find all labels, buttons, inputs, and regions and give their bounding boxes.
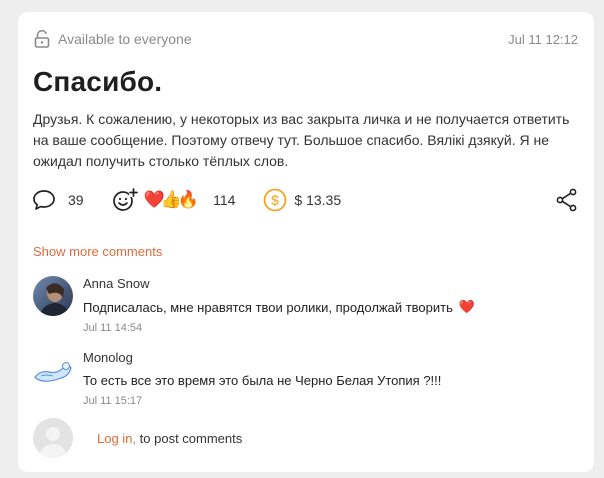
comment-author[interactable]: Monolog xyxy=(83,350,441,365)
add-reaction-icon xyxy=(112,188,138,211)
comment-bubble-icon xyxy=(33,190,55,210)
comment-time: Jul 11 15:17 xyxy=(83,395,143,407)
donate-button[interactable]: $ $ 13.35 xyxy=(263,188,341,212)
comment-body: Monolog То есть все это время это была н… xyxy=(83,350,441,407)
fire-emoji: 🔥 xyxy=(177,190,200,209)
post-title: Спасибо. xyxy=(33,66,163,97)
comment-text: То есть все это время это была не Черно … xyxy=(83,373,441,388)
comment-text-content: То есть все это время это была не Черно … xyxy=(83,373,442,388)
comment-text-content: Подписалась, мне нравятся твои ролики, п… xyxy=(83,299,453,315)
share-icon xyxy=(556,188,577,212)
heart-emoji: ❤️ xyxy=(458,299,476,314)
comment-body: Anna Snow Подписалась, мне нравятся твои… xyxy=(83,276,475,334)
comments-count: 39 xyxy=(68,192,84,208)
comment-author[interactable]: Anna Snow xyxy=(83,276,475,291)
comments-button[interactable]: 39 xyxy=(32,189,84,211)
svg-text:$: $ xyxy=(272,192,280,208)
post-date: Jul 11 12:12 xyxy=(508,31,578,47)
visibility-indicator: Available to everyone xyxy=(34,30,192,48)
show-more-comments-link[interactable]: Show more comments xyxy=(33,244,162,259)
avatar[interactable] xyxy=(33,276,73,316)
comment-text: Подписалась, мне нравятся твои ролики, п… xyxy=(83,299,475,315)
coin-dollar-icon: $ xyxy=(264,188,287,212)
visibility-label: Available to everyone xyxy=(58,31,192,47)
reaction-emojis: ❤️ 👍 🔥 xyxy=(144,190,200,210)
reactions-button[interactable]: ❤️ 👍 🔥 114 xyxy=(112,188,236,212)
login-suffix: to post comments xyxy=(136,430,243,446)
post-header: Available to everyone Jul 11 12:12 xyxy=(34,28,578,50)
avatar[interactable] xyxy=(33,350,73,390)
post-actions: 39 ❤️ 👍 🔥 114 $ $ 13.35 xyxy=(32,186,578,214)
comment-time: Jul 11 14:54 xyxy=(83,322,143,334)
login-text: Log in, to post comments xyxy=(97,431,242,446)
donations-amount: $ 13.35 xyxy=(294,192,342,208)
guest-avatar-icon xyxy=(33,418,73,458)
login-link[interactable]: Log in, xyxy=(97,431,136,446)
unlock-icon xyxy=(34,30,50,48)
post-body: Друзья. К сожалению, у некоторых из вас … xyxy=(33,111,570,169)
reactions-count: 114 xyxy=(213,192,236,208)
post-card: Available to everyone Jul 11 12:12 Спаси… xyxy=(18,12,594,472)
share-button[interactable] xyxy=(556,188,578,212)
login-prompt: Log in, to post comments xyxy=(33,418,242,458)
